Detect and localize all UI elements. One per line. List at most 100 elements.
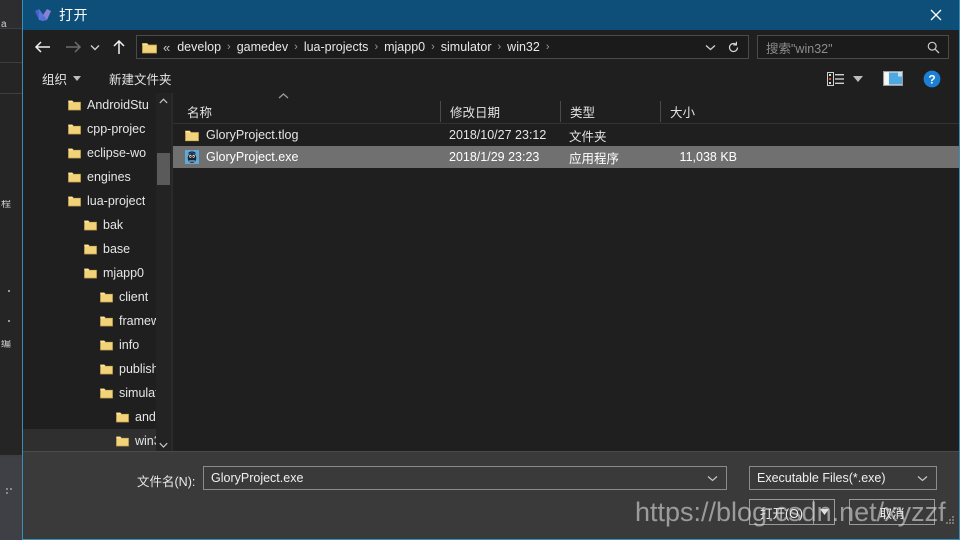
resize-grip-icon[interactable] — [946, 516, 955, 525]
recent-locations-chevron-down-icon[interactable] — [86, 34, 104, 60]
sidebar-item-eclipse-wo[interactable]: eclipse-wo — [23, 141, 156, 165]
sidebar-item-label: framewo — [119, 314, 156, 328]
filename-chevron-down-icon[interactable] — [707, 475, 718, 482]
bg-glyph-1: 程 — [1, 200, 11, 210]
breadcrumb-item-2[interactable]: lua-projects — [299, 40, 374, 54]
file-rows: GloryProject.tlog 2018/10/27 23:12 文件夹 G… — [173, 124, 959, 452]
column-header-size[interactable]: 大小 — [660, 101, 746, 122]
cancel-button[interactable]: 取消 — [849, 499, 935, 525]
breadcrumb-item-4[interactable]: simulator — [436, 40, 497, 54]
search-icon[interactable] — [927, 41, 940, 54]
breadcrumb[interactable]: « develop › gamedev › lua-projects › mja… — [136, 35, 749, 59]
breadcrumb-item-3[interactable]: mjapp0 — [379, 40, 430, 54]
breadcrumb-item-1[interactable]: gamedev — [232, 40, 293, 54]
column-header-type[interactable]: 类型 — [560, 101, 660, 122]
column-header-name[interactable]: 名称 — [173, 101, 440, 122]
open-button[interactable]: 打开(O) — [749, 499, 835, 525]
breadcrumb-chevron-down-icon[interactable] — [701, 44, 725, 51]
file-type-cell: 文件夹 — [569, 129, 607, 144]
sidebar-item-label: lua-project — [87, 194, 146, 208]
file-type-cell: 应用程序 — [569, 151, 620, 166]
dialog-body: AndroidStu cpp-projec eclipse-wo engines — [23, 93, 959, 452]
folder-icon — [84, 243, 97, 255]
sidebar-item-cpp-projec[interactable]: cpp-projec — [23, 117, 156, 141]
sidebar-item-info[interactable]: info — [23, 333, 156, 357]
sidebar-item-client[interactable]: client — [23, 285, 156, 309]
filename-label: 文件名(N): — [137, 475, 196, 489]
sidebar-item-mjapp0[interactable]: mjapp0 — [23, 261, 156, 285]
folder-icon — [185, 129, 199, 142]
organize-button[interactable]: 组织 — [35, 68, 88, 90]
sidebar-item-bak[interactable]: bak — [23, 213, 156, 237]
sidebar-item-lua-project[interactable]: lua-project — [23, 189, 156, 213]
file-date-cell: 2018/1/29 23:23 — [449, 150, 540, 164]
file-list[interactable]: 名称 修改日期 类型 大小 GloryProject.tlog 2018/10/… — [173, 93, 959, 452]
svg-text:?: ? — [928, 72, 935, 86]
sidebar-item-label: cpp-projec — [87, 122, 146, 136]
file-date-cell: 2018/10/27 23:12 — [449, 128, 547, 142]
filetype-select[interactable]: Executable Files(*.exe) — [749, 466, 937, 490]
navigation-tree[interactable]: AndroidStu cpp-projec eclipse-wo engines — [23, 93, 171, 452]
sidebar-item-framewo[interactable]: framewo — [23, 309, 156, 333]
open-button-label: 打开(O) — [759, 506, 804, 521]
sidebar-item-label: info — [119, 338, 140, 352]
open-split-caret-down-icon[interactable] — [813, 500, 834, 524]
file-name-cell: GloryProject.tlog — [173, 128, 440, 142]
help-icon[interactable]: ? — [919, 67, 945, 91]
scroll-down-chevron-down-icon[interactable] — [156, 437, 171, 452]
forward-arrow-icon[interactable] — [60, 34, 86, 60]
background-app-sliver: a 程 编 — [0, 0, 22, 540]
column-header-date[interactable]: 修改日期 — [440, 101, 560, 122]
column-header-label: 大小 — [670, 106, 696, 120]
back-arrow-icon[interactable] — [29, 34, 55, 60]
preview-pane-icon[interactable] — [879, 67, 907, 91]
refresh-icon[interactable] — [725, 41, 748, 54]
folder-icon — [142, 41, 157, 54]
breadcrumb-item-5[interactable]: win32 — [502, 40, 545, 54]
sidebar-item-android[interactable]: androi — [23, 405, 156, 429]
breadcrumb-item-0[interactable]: develop — [172, 40, 226, 54]
close-button[interactable] — [913, 0, 959, 30]
window-title: 打开 — [59, 7, 88, 23]
table-row[interactable]: GloryProject.tlog 2018/10/27 23:12 文件夹 — [173, 124, 959, 146]
filename-value: GloryProject.exe — [211, 471, 304, 485]
sidebar-item-androidstu[interactable]: AndroidStu — [23, 93, 156, 117]
executable-icon — [185, 150, 199, 164]
column-header-label: 名称 — [187, 106, 213, 120]
filetype-chevron-down-icon[interactable] — [917, 475, 928, 482]
new-folder-button[interactable]: 新建文件夹 — [102, 68, 179, 90]
view-caret-down-icon[interactable] — [850, 67, 869, 91]
folder-icon — [68, 99, 81, 111]
title-bar: 打开 — [23, 0, 959, 30]
sidebar-item-label: base — [103, 242, 131, 256]
open-file-dialog: 打开 « develop › gamedev › lua-projects › … — [22, 0, 960, 540]
breadcrumb-overflow[interactable]: « — [160, 40, 172, 55]
sidebar-item-simulator[interactable]: simulatc — [23, 381, 156, 405]
folder-icon — [84, 267, 97, 279]
search-input[interactable]: 搜索"win32" — [757, 35, 949, 59]
scroll-up-chevron-up-icon[interactable] — [156, 93, 171, 108]
sidebar-item-publish[interactable]: publish — [23, 357, 156, 381]
view-list-icon[interactable] — [823, 67, 848, 91]
cancel-button-label: 取消 — [879, 506, 905, 521]
table-row[interactable]: GloryProject.exe 2018/1/29 23:23 应用程序 11… — [173, 146, 959, 168]
ribbon-icon — [34, 6, 52, 24]
sidebar-item-label: win32 — [135, 434, 156, 448]
sidebar-item-label: AndroidStu — [87, 98, 149, 112]
search-placeholder: 搜索"win32" — [766, 41, 833, 56]
tree-scrollbar[interactable] — [156, 93, 171, 452]
sidebar-item-engines[interactable]: engines — [23, 165, 156, 189]
address-bar: « develop › gamedev › lua-projects › mja… — [23, 30, 959, 64]
folder-icon — [100, 363, 113, 375]
folder-icon — [68, 195, 81, 207]
up-arrow-icon[interactable] — [106, 34, 132, 60]
sidebar-item-win32[interactable]: win32 — [23, 429, 156, 452]
tree-scroll-thumb[interactable] — [157, 153, 170, 185]
sidebar-item-base[interactable]: base — [23, 237, 156, 261]
sidebar-item-label: bak — [103, 218, 124, 232]
column-headers: 名称 修改日期 类型 大小 — [173, 100, 959, 124]
sidebar-item-label: eclipse-wo — [87, 146, 147, 160]
screen: a 程 编 打开 « develop › gamedev › lua-proje… — [0, 0, 960, 540]
filename-input[interactable]: GloryProject.exe — [203, 466, 727, 490]
file-size-cell: 11,038 KB — [679, 150, 737, 164]
